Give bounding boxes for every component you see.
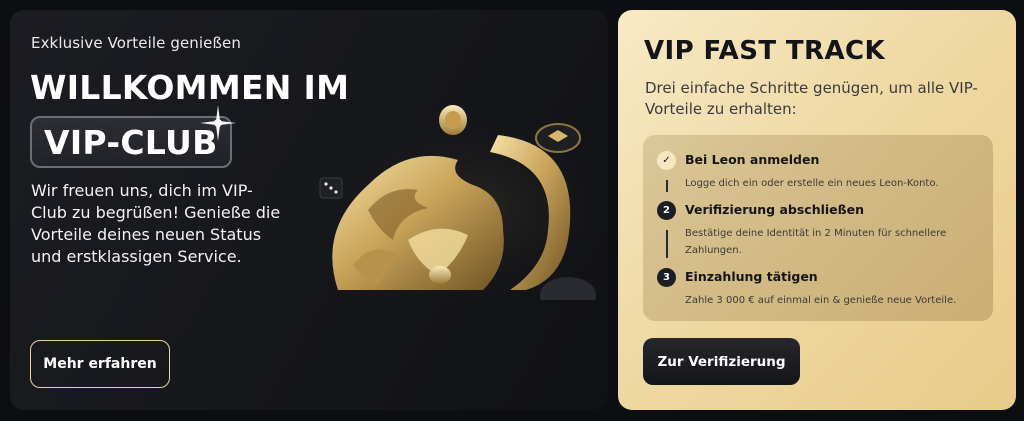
gold-lion-emblem-illustration [318, 105, 608, 300]
eyebrow-text: Exklusive Vorteile genießen [31, 34, 241, 52]
vip-fast-track-card: VIP FAST TRACK Drei einfache Schritte ge… [618, 10, 1016, 410]
step-number-badge: 2 [657, 201, 676, 220]
more-info-button[interactable]: Mehr erfahren [30, 340, 170, 388]
vip-club-title: VIP-CLUB [44, 122, 218, 162]
fast-track-subtitle: Drei einfache Schritte genügen, um alle … [645, 79, 978, 118]
sparkle-icon [200, 105, 236, 141]
vip-welcome-card: Exklusive Vorteile genießen WILLKOMMEN I… [10, 10, 608, 410]
checkmark-icon: ✓ [657, 151, 676, 170]
step-description: Bestätige deine Identität in 2 Minuten f… [685, 228, 947, 256]
go-to-verification-button[interactable]: Zur Verifizierung [643, 338, 800, 385]
step-description: Logge dich ein oder erstelle ein neues L… [685, 178, 939, 189]
step-description: Zahle 3 000 € auf einmal ein & genieße n… [685, 295, 957, 306]
steps-panel: ✓ Bei Leon anmelden Logge dich ein oder … [643, 135, 993, 321]
welcome-description: Wir freuen uns, dich im VIP-Club zu begr… [31, 181, 281, 266]
fast-track-title: VIP FAST TRACK [644, 36, 886, 66]
step-number-badge: 3 [657, 268, 676, 287]
step-title: Verifizierung abschließen [685, 202, 865, 217]
step-connector [666, 230, 668, 258]
step-connector [666, 180, 668, 192]
step-title: Einzahlung tätigen [685, 269, 818, 284]
step-title: Bei Leon anmelden [685, 152, 820, 167]
